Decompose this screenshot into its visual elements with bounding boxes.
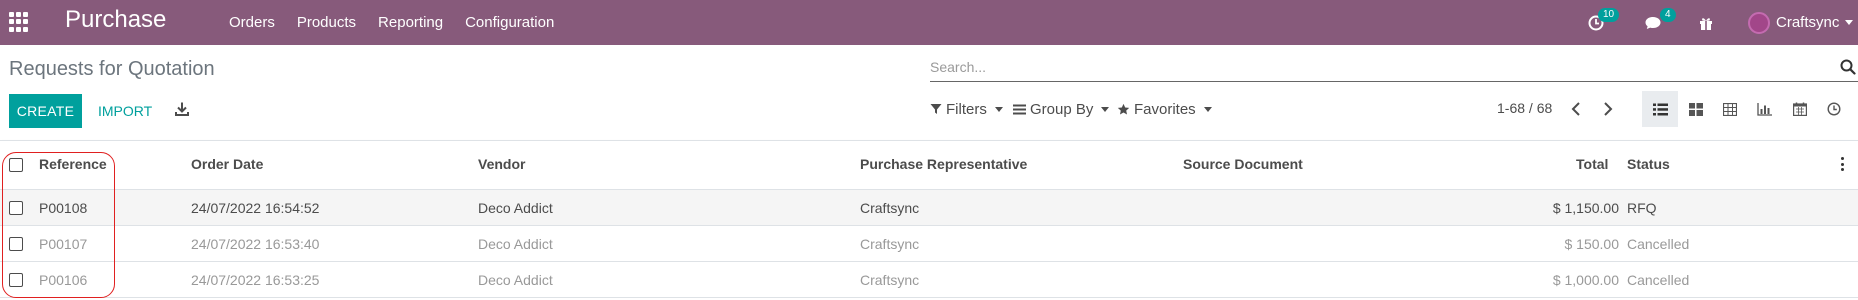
cell-representative: Craftsync xyxy=(860,200,920,216)
favorites-dropdown[interactable]: Favorites xyxy=(1117,98,1212,120)
chevron-down-icon xyxy=(994,106,1003,112)
column-vendor[interactable]: Vendor xyxy=(478,156,525,172)
gift-icon xyxy=(1700,17,1712,30)
column-source-document[interactable]: Source Document xyxy=(1183,156,1303,172)
bar-chart-icon xyxy=(1756,102,1772,116)
row-checkbox[interactable] xyxy=(9,237,23,251)
column-total[interactable]: Total xyxy=(1576,156,1608,172)
search-bar xyxy=(930,54,1858,82)
row-checkbox[interactable] xyxy=(9,201,23,215)
list-bars-icon xyxy=(1013,104,1026,114)
cell-order-date: 24/07/2022 16:53:25 xyxy=(191,272,320,288)
filters-dropdown[interactable]: Filters xyxy=(930,98,1003,120)
optional-columns-kebab-icon[interactable] xyxy=(1841,157,1845,171)
column-reference[interactable]: Reference xyxy=(39,156,107,172)
groupby-dropdown[interactable]: Group By xyxy=(1013,98,1110,120)
column-purchase-representative[interactable]: Purchase Representative xyxy=(860,156,1027,172)
menu-orders[interactable]: Orders xyxy=(229,14,275,31)
cell-reference: P00108 xyxy=(39,200,88,216)
row-checkbox[interactable] xyxy=(9,273,23,287)
table-row[interactable]: P00108 24/07/2022 16:54:52 Deco Addict C… xyxy=(0,190,1858,226)
main-menu: Orders Products Reporting Configuration xyxy=(229,0,576,45)
graph-view-button[interactable] xyxy=(1746,91,1782,127)
chevron-down-icon xyxy=(1101,106,1110,112)
import-button[interactable]: IMPORT xyxy=(88,94,162,128)
table-header: Reference Order Date Vendor Purchase Rep… xyxy=(0,140,1858,190)
search-icon[interactable] xyxy=(1840,59,1856,75)
create-button[interactable]: CREATE xyxy=(9,94,82,128)
column-status[interactable]: Status xyxy=(1627,156,1670,172)
messaging-menu[interactable]: 4 xyxy=(1644,0,1676,45)
cell-reference: P00107 xyxy=(39,236,88,252)
menu-configuration[interactable]: Configuration xyxy=(465,14,554,31)
table-icon xyxy=(1723,102,1737,116)
search-input[interactable] xyxy=(930,54,1830,80)
cell-status: Cancelled xyxy=(1627,236,1690,252)
activity-count-badge: 10 xyxy=(1598,8,1620,22)
groupby-label: Group By xyxy=(1030,100,1094,118)
list-icon xyxy=(1652,103,1668,115)
table-row[interactable]: P00106 24/07/2022 16:53:25 Deco Addict C… xyxy=(0,262,1858,298)
chevron-down-icon xyxy=(1845,20,1854,25)
clock-icon xyxy=(1827,102,1841,116)
top-navbar: Purchase Orders Products Reporting Confi… xyxy=(0,0,1858,45)
avatar xyxy=(1748,11,1770,34)
cell-vendor: Deco Addict xyxy=(478,236,553,252)
column-order-date[interactable]: Order Date xyxy=(191,156,263,172)
gift-menu[interactable] xyxy=(1698,0,1714,45)
chevron-down-icon xyxy=(1203,106,1212,112)
activity-menu[interactable]: 10 xyxy=(1588,0,1620,45)
cell-total: $ 1,000.00 xyxy=(1552,272,1619,288)
cell-status: RFQ xyxy=(1627,200,1657,216)
breadcrumb: Requests for Quotation xyxy=(9,58,215,80)
filters-label: Filters xyxy=(946,100,987,118)
cell-order-date: 24/07/2022 16:53:40 xyxy=(191,236,320,252)
download-icon[interactable] xyxy=(174,101,190,117)
cell-total: $ 150.00 xyxy=(1564,236,1620,252)
cell-representative: Craftsync xyxy=(860,236,920,252)
cell-representative: Craftsync xyxy=(860,272,920,288)
messages-count-badge: 4 xyxy=(1660,8,1676,22)
chevron-right-icon[interactable] xyxy=(1597,99,1617,119)
apps-menu-icon[interactable] xyxy=(9,12,29,32)
kanban-view-button[interactable] xyxy=(1678,91,1714,127)
pivot-view-button[interactable] xyxy=(1712,91,1748,127)
filter-icon xyxy=(930,104,942,114)
cell-status: Cancelled xyxy=(1627,272,1690,288)
list-view-button[interactable] xyxy=(1642,91,1678,127)
cell-reference: P00106 xyxy=(39,272,88,288)
menu-reporting[interactable]: Reporting xyxy=(378,14,443,31)
favorites-label: Favorites xyxy=(1134,100,1196,118)
user-name: Craftsync xyxy=(1776,14,1840,31)
activity-view-button[interactable] xyxy=(1816,91,1852,127)
cell-vendor: Deco Addict xyxy=(478,200,553,216)
app-title[interactable]: Purchase xyxy=(65,6,166,34)
cell-order-date: 24/07/2022 16:54:52 xyxy=(191,200,320,216)
chevron-left-icon[interactable] xyxy=(1567,99,1587,119)
calendar-icon xyxy=(1793,102,1807,116)
kanban-icon xyxy=(1689,102,1703,116)
table-row[interactable]: P00107 24/07/2022 16:53:40 Deco Addict C… xyxy=(0,226,1858,262)
menu-products[interactable]: Products xyxy=(297,14,356,31)
pager-value[interactable]: 1-68 / 68 xyxy=(1497,100,1552,116)
calendar-view-button[interactable] xyxy=(1782,91,1818,127)
star-icon xyxy=(1117,103,1130,115)
cell-vendor: Deco Addict xyxy=(478,272,553,288)
select-all-checkbox[interactable] xyxy=(9,158,23,172)
cell-total: $ 1,150.00 xyxy=(1552,200,1619,216)
user-menu[interactable]: Craftsync xyxy=(1748,0,1854,45)
